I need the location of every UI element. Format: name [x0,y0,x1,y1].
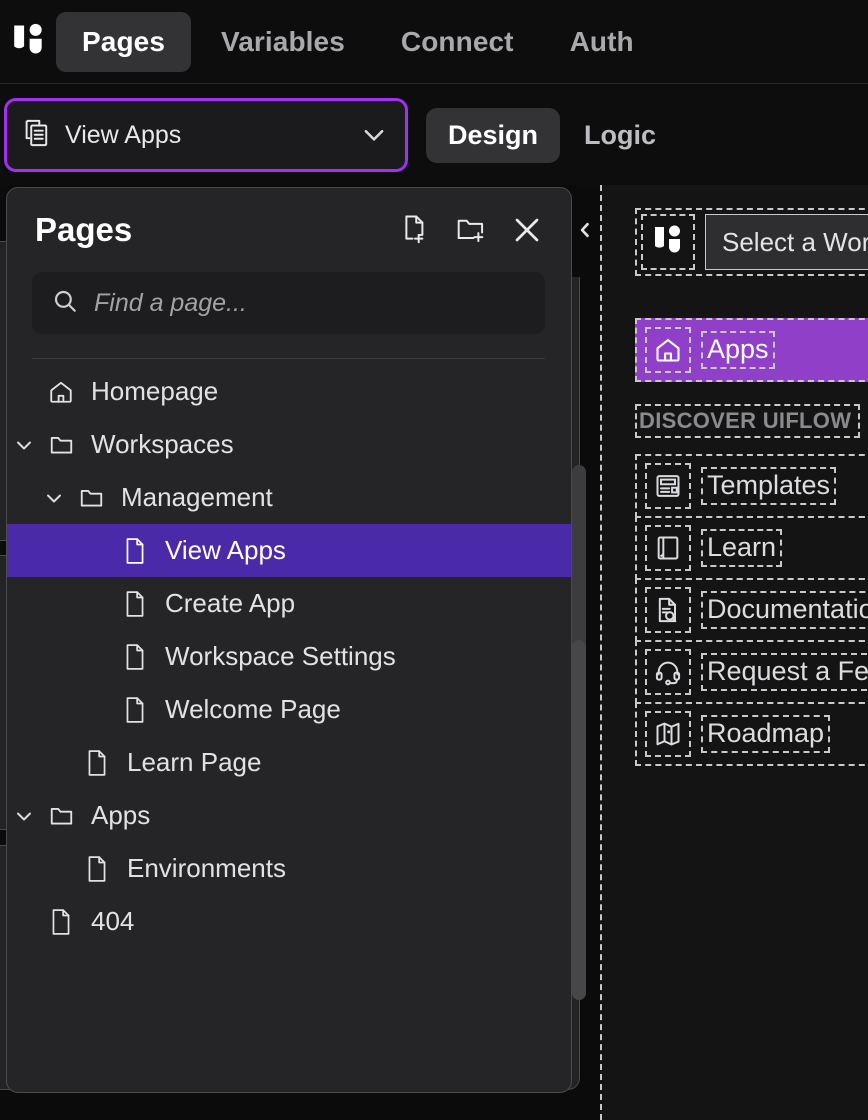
search-icon [52,288,78,319]
pages-stack-icon [23,118,51,153]
collapse-sidebar-button[interactable] [572,187,598,277]
book-icon [645,525,691,571]
preview-header[interactable]: Select a Workspace [635,208,868,276]
home-icon [41,379,81,405]
preview-nav-label: Templates [701,467,837,505]
preview-nav-label: Request a Feature [701,653,868,691]
uiflow-logo-icon[interactable] [0,23,56,61]
tree-item-environments[interactable]: Environments [7,842,571,895]
folder-icon [41,432,81,458]
tree-item-homepage[interactable]: Homepage [7,365,571,418]
nav-tab-connect[interactable]: Connect [375,12,540,72]
chevron-down-icon[interactable] [37,486,71,510]
tree-item-label: Workspaces [91,429,234,459]
tab-logic[interactable]: Logic [562,108,678,163]
tree-item-welcome-page[interactable]: Welcome Page [7,683,571,736]
tree-item-label: Workspace Settings [165,641,396,671]
templates-icon [645,463,691,509]
tree-item-learn-page[interactable]: Learn Page [7,736,571,789]
search-box[interactable] [32,272,545,334]
file-icon [115,643,155,671]
preview-nav-item-roadmap[interactable]: Roadmap [635,702,868,766]
close-icon[interactable] [509,212,545,248]
pages-panel-header: Pages [7,188,571,272]
file-plus-icon[interactable] [397,212,433,248]
pages-panel-title: Pages [35,211,133,248]
chevron-down-icon[interactable] [359,120,389,150]
pages-search-wrap [7,272,571,359]
preview-nav-label: Learn [701,529,783,567]
home-icon [645,327,691,373]
preview-nav-item-documentation[interactable]: Documentation [635,578,868,642]
tree-item-create-app[interactable]: Create App [7,577,571,630]
page-selector-value: View Apps [65,120,182,149]
doc-search-icon [645,587,691,633]
preview-section-label: DISCOVER UIFLOW [635,404,860,438]
folder-plus-icon[interactable] [453,212,489,248]
nav-tab-auth[interactable]: Auth [544,12,660,72]
nav-tab-pages[interactable]: Pages [56,11,191,72]
tree-item-label: Welcome Page [165,694,341,724]
preview-nav-label: Documentation [701,591,868,629]
tree-item-label: Create App [165,588,296,618]
nav-tab-variables[interactable]: Variables [195,12,371,72]
tree-item-404[interactable]: 404 [7,895,571,948]
mode-tab-list: Design Logic [426,107,678,163]
folder-icon [41,803,81,829]
preview-nav-item-request-a-feature[interactable]: Request a Feature [635,640,868,704]
search-input[interactable] [94,288,525,318]
file-icon [77,749,117,777]
file-icon [115,537,155,565]
pages-tree: Homepage Workspaces Management View Apps… [7,359,571,1092]
tree-item-label: Apps [91,800,151,830]
nav-tab-list: Pages Variables Connect Auth [56,11,660,72]
chevron-left-icon [575,218,595,247]
file-icon [115,590,155,618]
folder-icon [71,485,111,511]
tree-item-label: 404 [91,906,135,936]
tree-item-label: Learn Page [127,747,262,777]
tree-item-workspace-settings[interactable]: Workspace Settings [7,630,571,683]
tab-design[interactable]: Design [426,107,561,163]
tree-item-label: Homepage [91,376,219,406]
page-selector-dropdown[interactable]: View Apps [4,98,408,172]
uiflow-logo-icon [641,214,695,270]
tree-item-label: Environments [127,853,286,883]
chevron-down-icon[interactable] [7,433,41,457]
tree-item-apps[interactable]: Apps [7,789,571,842]
top-navigation-bar: Pages Variables Connect Auth [0,0,868,84]
tree-item-view-apps[interactable]: View Apps [7,524,571,577]
map-icon [645,711,691,757]
preview-nav-item-learn[interactable]: Learn [635,516,868,580]
headset-icon [645,649,691,695]
page-preview-wireframe[interactable]: Select a Workspace Apps DISCOVER UIFLOW [600,185,868,1120]
file-icon [77,855,117,883]
pages-panel-actions [397,212,545,248]
preview-nav-label: Roadmap [701,715,831,753]
file-icon [115,696,155,724]
tree-item-label: Management [121,482,273,512]
preview-nav-label: Apps [701,331,775,369]
preview-nav-item-apps[interactable]: Apps [635,318,868,382]
page-toolbar: View Apps Design Logic [0,85,868,185]
tree-item-workspaces[interactable]: Workspaces [7,418,571,471]
preview-nav-item-templates[interactable]: Templates [635,454,868,518]
canvas-scrollbar-track[interactable] [572,640,586,1000]
workspace-select[interactable]: Select a Workspace [705,214,868,270]
file-icon [41,908,81,936]
tree-item-management[interactable]: Management [7,471,571,524]
tree-item-label: View Apps [165,535,286,565]
chevron-down-icon[interactable] [7,804,41,828]
pages-panel[interactable]: Pages Find a page... Homepage Workspaces… [6,187,572,1093]
